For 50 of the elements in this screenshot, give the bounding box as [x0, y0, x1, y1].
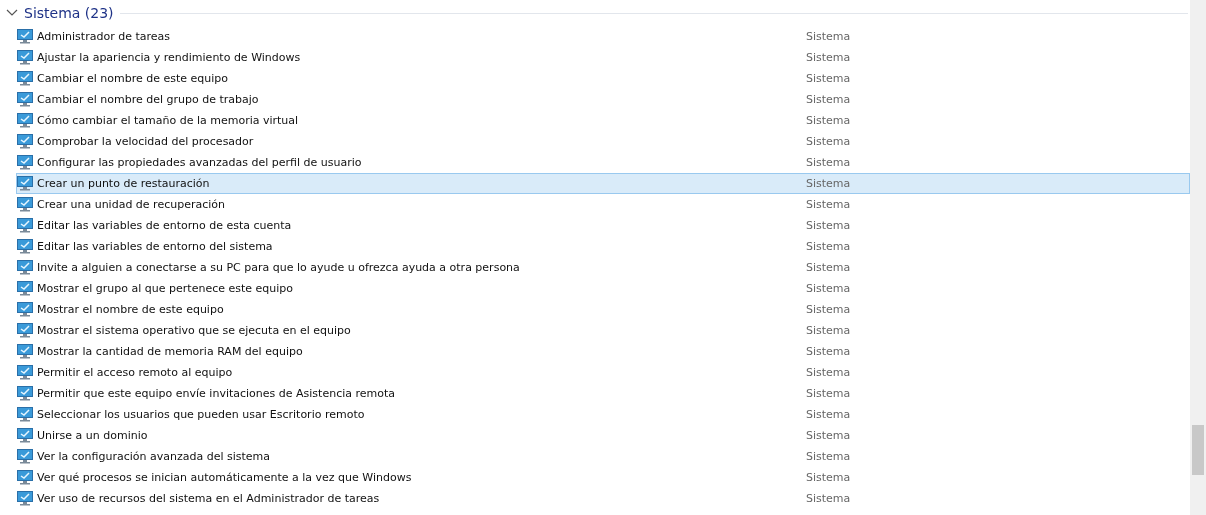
monitor-icon: [17, 491, 33, 506]
monitor-icon: [17, 428, 33, 443]
list-item[interactable]: Ver la configuración avanzada del sistema Sistema: [16, 446, 1190, 467]
list-item[interactable]: Mostrar la cantidad de memoria RAM del equipo Sistema: [16, 341, 1190, 362]
list-item[interactable]: Administrador de tareas Sistema: [16, 26, 1190, 47]
monitor-icon: [17, 302, 33, 317]
chevron-icon: [6, 9, 18, 17]
list-item[interactable]: Ajustar la apariencia y rendimiento de Windows Sistema: [16, 47, 1190, 68]
list-item[interactable]: Invite a alguien a conectarse a su PC para que lo ayude u ofrezca ayuda a otra persona Sistema: [16, 257, 1190, 278]
monitor-icon: [17, 71, 33, 86]
list-item[interactable]: Comprobar la velocidad del procesador Sistema: [16, 131, 1190, 152]
monitor-icon: [17, 407, 33, 422]
list-item[interactable]: Unirse a un dominio Sistema: [16, 425, 1190, 446]
list-item[interactable]: Cómo cambiar el tamaño de la memoria virtual Sistema: [16, 110, 1190, 131]
monitor-icon: [17, 113, 33, 128]
monitor-icon: [17, 470, 33, 485]
list-item[interactable]: Editar las variables de entorno de esta cuenta Sistema: [16, 215, 1190, 236]
list-item[interactable]: Cambiar el nombre de este equipo Sistema: [16, 68, 1190, 89]
scrollbar[interactable]: [1190, 0, 1206, 515]
list-item[interactable]: Editar las variables de entorno del sistema Sistema: [16, 236, 1190, 257]
monitor-icon: [17, 29, 33, 44]
monitor-icon: [17, 155, 33, 170]
list-item[interactable]: Crear una unidad de recuperación Sistema: [16, 194, 1190, 215]
list-item[interactable]: Permitir el acceso remoto al equipo Sistema: [16, 362, 1190, 383]
monitor-icon: [17, 281, 33, 296]
list-item[interactable]: Ver qué procesos se inician automáticamente a la vez que Windows Sistema: [16, 467, 1190, 488]
list-item[interactable]: Mostrar el nombre de este equipo Sistema: [16, 299, 1190, 320]
list-item[interactable]: Ver uso de recursos del sistema en el Administrador de tareas Sistema: [16, 488, 1190, 509]
monitor-icon: [17, 134, 33, 149]
monitor-icon: [17, 50, 33, 65]
list-item[interactable]: Cambiar el nombre del grupo de trabajo Sistema: [16, 89, 1190, 110]
list-item[interactable]: Mostrar el grupo al que pertenece este equipo Sistema: [16, 278, 1190, 299]
monitor-icon: [17, 218, 33, 233]
monitor-icon: [17, 386, 33, 401]
list-item[interactable]: Configurar las propiedades avanzadas del perfil de usuario Sistema: [16, 152, 1190, 173]
monitor-icon: [17, 260, 33, 275]
list-item[interactable]: Permitir que este equipo envíe invitaciones de Asistencia remota Sistema: [16, 383, 1190, 404]
monitor-icon: [17, 449, 33, 464]
monitor-icon: [17, 344, 33, 359]
monitor-icon: [17, 239, 33, 254]
monitor-icon: [17, 323, 33, 338]
monitor-icon: [17, 176, 33, 191]
list-item[interactable]: Seleccionar los usuarios que pueden usar Escritorio remoto Sistema: [16, 404, 1190, 425]
monitor-icon: [17, 365, 33, 380]
group-header[interactable]: Sistema (23): [4, 5, 114, 21]
monitor-icon: [17, 197, 33, 212]
list-item[interactable]: Crear un punto de restauración Sistema: [16, 173, 1190, 194]
list-item[interactable]: Mostrar el sistema operativo que se ejecuta en el equipo Sistema: [16, 320, 1190, 341]
scrollbar-thumb[interactable]: [1192, 425, 1204, 475]
monitor-icon: [17, 92, 33, 107]
